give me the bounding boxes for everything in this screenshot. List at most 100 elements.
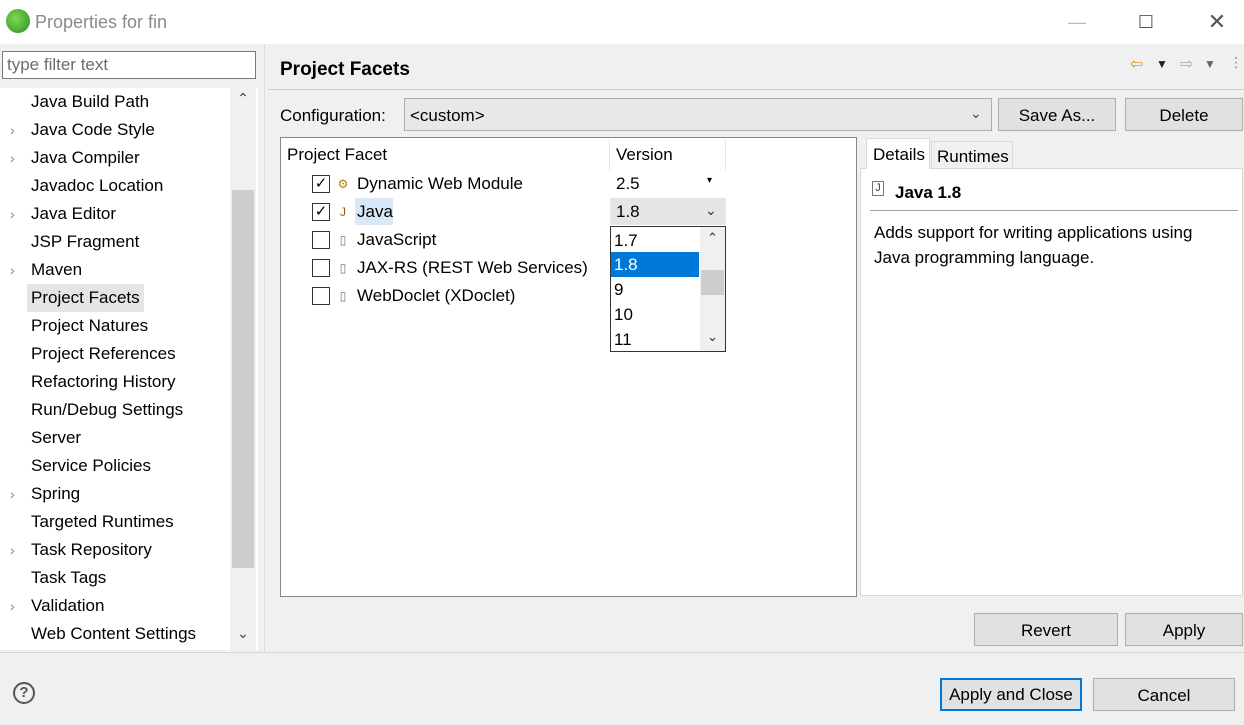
tree-item-spring[interactable]: › Spring (0, 480, 228, 508)
chevron-down-icon[interactable]: ⌄ (705, 202, 717, 219)
apply-button[interactable]: Apply (1125, 613, 1243, 646)
tree-item-label: Task Tags (31, 568, 107, 587)
app-icon (6, 9, 30, 33)
tree-item-java-build-path[interactable]: Java Build Path (0, 88, 228, 116)
version-option-selected[interactable]: 1.8 (611, 252, 699, 277)
version-option[interactable]: 1.7 (611, 228, 699, 253)
tree-item-label: Javadoc Location (31, 176, 164, 195)
facet-name[interactable]: JAX-RS (REST Web Services) (357, 258, 588, 278)
dropdown-scrollbar-thumb[interactable] (701, 270, 724, 295)
tree-scrollbar-thumb[interactable] (232, 190, 254, 568)
tree-item-label: Project References (31, 344, 176, 363)
tab-details[interactable]: Details (866, 138, 930, 169)
tree-item-web-content-settings[interactable]: Web Content Settings (0, 620, 228, 648)
tree-item-refactoring-history[interactable]: Refactoring History (0, 368, 228, 396)
tree-item-label: Server (31, 428, 82, 447)
chevron-right-icon[interactable]: › (10, 480, 24, 508)
save-as-button[interactable]: Save As... (998, 98, 1116, 131)
filter-input[interactable] (2, 51, 256, 79)
version-option[interactable]: 10 (611, 302, 699, 327)
help-icon[interactable]: ? (13, 682, 35, 704)
tree-item-targeted-runtimes[interactable]: Targeted Runtimes (0, 508, 228, 536)
tree-item-jsp-fragment[interactable]: JSP Fragment (0, 228, 228, 256)
forward-menu-icon[interactable]: ▼ (1204, 57, 1216, 71)
chevron-down-icon[interactable]: ⌄ (970, 105, 982, 122)
scroll-up-icon[interactable]: ⌃ (700, 230, 725, 246)
tree-item-label: Java Code Style (31, 120, 155, 139)
tree-item-server[interactable]: Server (0, 424, 228, 452)
tree-item-task-repository[interactable]: › Task Repository (0, 536, 228, 564)
configuration-label: Configuration: (280, 106, 386, 125)
tree-item-java-code-style[interactable]: › Java Code Style (0, 116, 228, 144)
java-facet-icon: J (340, 205, 346, 219)
tree-item-validation[interactable]: › Validation (0, 592, 228, 620)
view-menu-icon[interactable]: ⋮ (1229, 54, 1243, 71)
tree-item-label: Service Policies (31, 456, 151, 475)
tree-item-label: Task Repository (31, 540, 152, 559)
cancel-button[interactable]: Cancel (1093, 678, 1235, 711)
apply-and-close-button[interactable]: Apply and Close (940, 678, 1082, 711)
tree-item-label: Java Editor (31, 204, 117, 223)
web-module-icon: ⚙ (337, 177, 349, 191)
file-icon: ▯ (339, 261, 347, 275)
forward-arrow-icon[interactable]: ⇨ (1180, 54, 1193, 74)
close-button[interactable]: ✕ (1203, 8, 1231, 36)
tree-item-java-compiler[interactable]: › Java Compiler (0, 144, 228, 172)
facet-name[interactable]: WebDoclet (XDoclet) (357, 286, 515, 306)
tree-item-maven[interactable]: › Maven (0, 256, 228, 284)
revert-button[interactable]: Revert (974, 613, 1118, 646)
scroll-down-icon[interactable]: ⌄ (232, 625, 254, 647)
tree-item-project-natures[interactable]: Project Natures (0, 312, 228, 340)
column-header-version[interactable]: Version (616, 145, 673, 165)
configuration-select[interactable] (404, 98, 992, 131)
facet-checkbox-jax-rs[interactable] (312, 259, 330, 277)
splitter[interactable] (264, 44, 265, 652)
maximize-button[interactable]: ☐ (1132, 8, 1160, 36)
title-bar (0, 0, 1244, 44)
tree-item-label: Java Build Path (31, 92, 150, 111)
chevron-right-icon[interactable]: › (10, 200, 24, 228)
version-option[interactable]: 9 (611, 277, 699, 302)
tree-item-project-references[interactable]: Project References (0, 340, 228, 368)
chevron-right-icon[interactable]: › (10, 536, 24, 564)
back-menu-icon[interactable]: ▼ (1156, 57, 1168, 71)
tree-item-service-policies[interactable]: Service Policies (0, 452, 228, 480)
dropdown-arrow-icon[interactable]: ▾ (707, 175, 712, 186)
facet-name[interactable]: Dynamic Web Module (357, 174, 523, 194)
facet-version[interactable]: 2.5 (616, 174, 640, 194)
tree-item-project-facets[interactable]: Project Facets (0, 284, 228, 312)
chevron-right-icon[interactable]: › (10, 144, 24, 172)
facet-version[interactable]: 1.8 (616, 202, 640, 222)
minimize-button[interactable]: — (1063, 8, 1091, 36)
chevron-right-icon[interactable]: › (10, 116, 24, 144)
back-arrow-icon[interactable]: ⇦ (1130, 54, 1143, 74)
scroll-down-icon[interactable]: ⌄ (700, 329, 725, 345)
tree-item-label: Web Content Settings (31, 624, 197, 643)
detail-separator (870, 210, 1238, 211)
tree-item-label: Project Facets (27, 284, 144, 312)
facet-checkbox-javascript[interactable] (312, 231, 330, 249)
window-title: Properties for fin (35, 12, 168, 32)
tree-item-run-debug-settings[interactable]: Run/Debug Settings (0, 396, 228, 424)
facet-name[interactable]: JavaScript (357, 230, 436, 250)
column-divider[interactable] (609, 140, 610, 170)
chevron-right-icon[interactable]: › (10, 592, 24, 620)
facet-checkbox-java[interactable]: ✓ (312, 203, 330, 221)
facet-checkbox-dynamic-web-module[interactable]: ✓ (312, 175, 330, 193)
facet-checkbox-webdoclet[interactable] (312, 287, 330, 305)
tab-runtimes[interactable]: Runtimes (931, 141, 1013, 168)
facet-name[interactable]: Java (357, 202, 393, 222)
footer-separator (0, 652, 1244, 653)
detail-title: Java 1.8 (895, 183, 962, 202)
chevron-right-icon[interactable]: › (10, 256, 24, 284)
scroll-up-icon[interactable]: ⌃ (232, 90, 254, 112)
tree-item-label: Spring (31, 484, 81, 503)
version-option[interactable]: 11 (611, 327, 699, 350)
tree-item-javadoc-location[interactable]: Javadoc Location (0, 172, 228, 200)
delete-button[interactable]: Delete (1125, 98, 1243, 131)
tree-item-task-tags[interactable]: Task Tags (0, 564, 228, 592)
tree-item-java-editor[interactable]: › Java Editor (0, 200, 228, 228)
column-divider[interactable] (725, 140, 726, 170)
java-file-icon: J (872, 181, 884, 196)
column-header-facet[interactable]: Project Facet (287, 145, 387, 165)
